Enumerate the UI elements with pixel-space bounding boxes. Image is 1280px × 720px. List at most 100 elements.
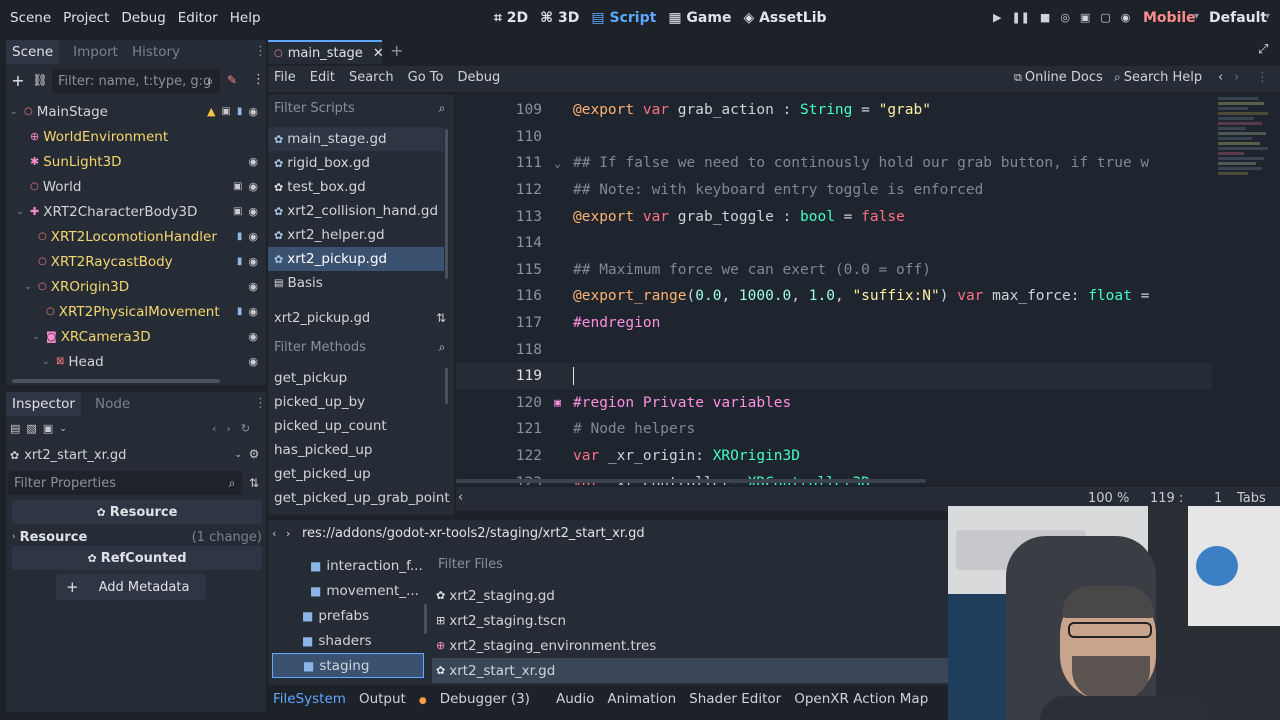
folder-prefabs[interactable]: ■ prefabs [272,603,424,628]
menu-project[interactable]: Project [63,10,109,26]
script-icon[interactable]: ▮ [237,231,243,242]
method-item[interactable]: has_picked_up [268,438,444,462]
movie-icon[interactable]: ◉ [1121,11,1131,24]
tab-output[interactable]: Output [359,691,406,707]
back-icon[interactable]: ‹ [272,527,276,540]
tab-openxr-action-map[interactable]: OpenXR Action Map [794,691,928,707]
tab-scene[interactable]: Scene [6,40,60,64]
object-properties-icon[interactable]: ⚙ [246,446,262,462]
renderer-mobile[interactable]: Mobile [1143,10,1196,26]
script-item-basis[interactable]: ▤ Basis [268,271,444,295]
eye-icon[interactable]: ◉ [248,180,258,193]
forward-icon[interactable]: › [1234,70,1239,85]
filter-scripts-input[interactable]: Filter Scripts [268,96,452,120]
history-icon[interactable]: ↻ [241,422,250,435]
method-item[interactable]: picked_up_by [268,390,444,414]
eye-icon[interactable]: ◉ [248,305,258,318]
tree-item-xrt2physicalmovement[interactable]: ○ XRT2PhysicalMovement ▮ ◉ [6,299,258,324]
folder-interaction[interactable]: ■ interaction_f... [272,553,424,578]
tree-item-sunlight3d[interactable]: ✱ SunLight3D ◉ [6,149,258,174]
chevron-down-icon[interactable]: ⌄ [32,332,46,342]
open-folder-icon[interactable]: ▧ [26,422,36,435]
file-item[interactable]: ⊕ xrt2_staging_environment.tres [432,633,948,658]
chevron-down-icon[interactable]: ⌄ [42,357,56,367]
workspace-3d[interactable]: ⌘ 3D [540,10,579,26]
add-tab-icon[interactable]: + [390,41,403,60]
play-icon[interactable]: ▶ [993,11,1001,24]
menu-help[interactable]: Help [230,10,261,26]
menu-search[interactable]: Search [349,70,394,85]
file-item[interactable]: ✿ xrt2_staging.gd [432,583,948,608]
menu-scene[interactable]: Scene [10,10,51,26]
minimap[interactable] [1214,95,1274,467]
new-resource-icon[interactable]: ▤ [10,422,20,435]
eye-icon[interactable]: ◉ [248,105,258,118]
eye-icon[interactable]: ◉ [248,155,258,168]
remote-debug-icon[interactable]: ◎ [1060,11,1070,24]
chevron-down-icon[interactable]: ⌄ [16,207,30,217]
tree-item-xrcamera3d[interactable]: ⌄ ◙ XRCamera3D ◉ [6,324,258,349]
search-help-button[interactable]: ⌕ Search Help [1114,70,1202,85]
eye-icon[interactable]: ◉ [248,205,258,218]
script-icon[interactable]: ▮ [237,106,243,117]
tree-item-xrt2characterbody3d[interactable]: ⌄ ✚ XRT2CharacterBody3D ▣ ◉ [6,199,258,224]
code-editor[interactable]: 109 @export var grab_action : String = "g… [456,95,1280,485]
workspace-assetlib[interactable]: ◈ AssetLib [743,10,826,26]
forward-icon[interactable]: › [286,527,290,540]
tab-inspector[interactable]: Inspector [6,392,81,416]
save-icon[interactable]: ▣ [43,422,53,435]
script-item-main-stage[interactable]: ✿ main_stage.gd [268,127,444,151]
folder-staging[interactable]: ■ staging [272,653,424,678]
tree-item-xrt2raycastbody[interactable]: ○ XRT2RaycastBody ▮ ◉ [6,249,258,274]
tab-main-stage[interactable]: ○ main_stage ✕ [268,40,384,64]
tab-debugger[interactable]: ● Debugger (3) [419,691,543,707]
horizontal-scrollbar[interactable] [12,379,220,383]
workspace-2d[interactable]: ⌗ 2D [494,10,528,26]
vertical-scrollbar[interactable] [445,368,448,404]
scene-filter-input[interactable]: Filter: name, t:type, g:g [52,69,220,93]
menu-editor[interactable]: Editor [178,10,218,26]
menu-file[interactable]: File [274,70,296,85]
kebab-menu-icon[interactable]: ⋮ [1256,70,1269,85]
chevron-down-icon[interactable]: ⌄ [10,107,24,117]
horizontal-scrollbar[interactable] [456,479,926,483]
script-icon[interactable]: ▮ [237,306,243,317]
script-item-helper[interactable]: ✿ xrt2_helper.gd [268,223,444,247]
filter-methods-input[interactable]: Filter Methods [268,335,452,359]
eye-icon[interactable]: ◉ [248,280,258,293]
tab-import[interactable]: Import [73,44,118,60]
tree-item-mainstage[interactable]: ⌄ ○ MainStage ▲ ▣ ▮ ◉ [6,99,258,124]
workspace-game[interactable]: ▦ Game [668,10,731,26]
tab-node[interactable]: Node [95,396,130,412]
resource-selector[interactable]: ✿ xrt2_start_xr.gd ⌄ [10,444,242,466]
kebab-menu-icon[interactable]: ⋮ [252,72,265,87]
script-item-rigid-box[interactable]: ✿ rigid_box.gd [268,151,444,175]
menu-goto[interactable]: Go To [408,70,444,85]
menu-debug[interactable]: Debug [121,10,165,26]
folder-movement[interactable]: ■ movement_... [272,578,424,603]
back-icon[interactable]: ‹ [1218,70,1223,85]
play-custom-icon[interactable]: ▢ [1100,11,1110,24]
film-icon[interactable]: ▣ [221,106,230,117]
section-resource[interactable]: ✿ Resource [12,500,262,524]
play-scene-icon[interactable]: ▣ [1080,11,1090,24]
fold-arrow-icon[interactable]: ▣ [542,396,573,409]
filter-properties-input[interactable]: Filter Properties [8,471,242,495]
menu-edit[interactable]: Edit [310,70,335,85]
film-icon[interactable]: ▣ [233,206,242,217]
method-item[interactable]: get_picked_up_grab_point [268,486,450,510]
file-item-selected[interactable]: ✿ xrt2_start_xr.gd [432,658,948,683]
eye-icon[interactable]: ◉ [248,330,258,343]
tab-audio[interactable]: Audio [556,691,594,707]
close-icon[interactable]: ✕ [373,46,384,61]
chevron-down-icon[interactable]: ⌄ [24,282,38,292]
vertical-scrollbar[interactable] [445,129,448,279]
method-item[interactable]: get_pickup [268,366,444,390]
tab-animation[interactable]: Animation [607,691,676,707]
folder-shaders[interactable]: ■ shaders [272,628,424,653]
distraction-free-icon[interactable]: ⤢ [1258,42,1268,57]
script-icon[interactable]: ✎ [224,72,240,88]
kebab-menu-icon[interactable]: ⋮ [254,44,267,59]
script-icon[interactable]: ▮ [237,256,243,267]
menu-debug-script[interactable]: Debug [457,70,500,85]
